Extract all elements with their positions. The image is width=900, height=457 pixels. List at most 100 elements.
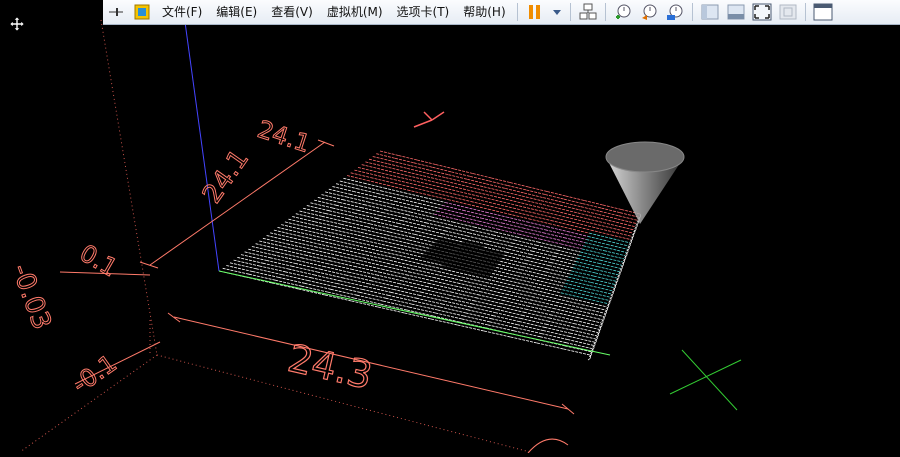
toolpath-segment [433, 315, 460, 323]
toolpath-segment [351, 268, 377, 276]
toolpath-segment [273, 254, 299, 261]
snapshot-icon[interactable] [613, 2, 633, 22]
toolbar-separator [804, 3, 806, 21]
snapshot-manager-icon[interactable] [665, 2, 685, 22]
toolpath-segment [510, 336, 538, 344]
toolpath-segment [248, 273, 276, 281]
unity-icon[interactable] [778, 2, 798, 22]
toolpath-segment [317, 271, 343, 279]
toolpath-segment [393, 289, 419, 296]
toolpath-segment [450, 291, 476, 299]
toolpath-segment [545, 323, 572, 331]
toolpath-segment [465, 312, 492, 320]
thumbnail-icon[interactable] [726, 2, 746, 22]
toolpath-segment [489, 321, 516, 329]
toolpath-segment [567, 339, 594, 346]
toolpath-segment [398, 155, 418, 161]
toolpath-segment [280, 249, 306, 256]
toolpath-segment [554, 305, 580, 312]
toolpath-segment [299, 210, 323, 217]
toolbar-separator [691, 3, 693, 21]
toolpath-segment [477, 294, 503, 301]
toolpath-segment [417, 159, 436, 165]
toolbar-separator [569, 3, 571, 21]
toolpath-segment [376, 274, 402, 281]
toolpath-segment [401, 280, 427, 287]
toolpath-segment [575, 320, 601, 327]
toolpath-segment [233, 259, 260, 267]
toolpath-segment [573, 323, 600, 330]
console-view-icon[interactable] [813, 2, 833, 22]
menu-view[interactable]: 查看(V) [264, 1, 320, 23]
toolpath-segment [513, 330, 541, 338]
toolpath-segment [278, 277, 305, 284]
toolpath-segment [457, 282, 482, 289]
toolpath-segment [310, 277, 337, 284]
toolpath-segment [570, 332, 596, 340]
toolpath-segment [579, 310, 604, 317]
toolpath-segment [244, 251, 270, 259]
toolpath-segment [437, 309, 464, 317]
toolpath-segment [496, 309, 523, 316]
toolpath-segment [390, 291, 417, 299]
toolpath-segment [303, 207, 326, 214]
toolpath-segment [304, 282, 331, 290]
menu-vm[interactable]: 虚拟机(M) [320, 1, 390, 23]
menu-help[interactable]: 帮助(H) [456, 1, 512, 23]
toolpath-segment [439, 306, 466, 314]
toolpath-segment [502, 299, 528, 307]
toolpath-segment [403, 277, 429, 284]
toolpath-segment [240, 254, 267, 261]
origin-marker [669, 349, 742, 411]
toolpath-segment [454, 168, 473, 174]
toolpath-segment [435, 164, 455, 170]
toolpath-segment [481, 288, 507, 295]
toolpath-segment [262, 262, 289, 270]
toolpath-segment [571, 329, 597, 337]
pause-icon[interactable] [525, 2, 545, 22]
menu-edit[interactable]: 编辑(E) [209, 1, 264, 23]
dropdown-arrow-icon[interactable] [551, 2, 563, 22]
toolpath-segment [226, 265, 253, 272]
pin-icon[interactable] [106, 2, 126, 22]
toolpath-segment [406, 309, 434, 317]
toolpath-segment [523, 311, 550, 319]
toolpath-segment [281, 274, 308, 281]
network-icon[interactable] [578, 2, 598, 22]
dim-z-top-label: 0.1 [75, 239, 122, 282]
toolpath-segment [428, 282, 454, 290]
toolpath-segment [248, 248, 274, 256]
toolpath-segment [442, 303, 468, 311]
toolpath-segment [414, 300, 440, 308]
toolpath-segment [379, 271, 404, 279]
toolpath-segment [372, 156, 392, 162]
toolpath-segment [333, 286, 360, 293]
toolpath-segment [229, 262, 256, 270]
toolpath-segment [409, 306, 436, 314]
toolpath-segment [542, 330, 569, 337]
toolpath-segment [426, 285, 452, 293]
toolpath-segment [383, 300, 410, 308]
menu-file[interactable]: 文件(F) [155, 1, 209, 23]
toolpath-segment [423, 288, 449, 296]
move-cursor-icon [10, 17, 24, 31]
fullscreen-toggle-icon[interactable] [132, 2, 152, 22]
toolpath-segment [266, 260, 292, 267]
full-screen-icon[interactable] [752, 2, 772, 22]
toolpath-segment [285, 271, 312, 279]
toolpath-segment [379, 150, 399, 156]
dim-y-top-label: 24.1 [254, 115, 313, 158]
toolpath-segment [370, 280, 397, 287]
toolpath-segment [475, 297, 501, 304]
toolpath-segment [325, 213, 348, 220]
sidebar-icon[interactable] [700, 2, 720, 22]
toolpath-segment [381, 268, 407, 276]
toolpath-segment [577, 313, 603, 321]
3d-viewport[interactable]: 24.1 24.1 0.1 -0.03 -0.1 24.3 [0, 0, 900, 454]
toolpath-segment [576, 316, 602, 324]
revert-snapshot-icon[interactable] [639, 2, 659, 22]
menu-tabs[interactable]: 选项卡(T) [390, 1, 457, 23]
toolpath-passes [218, 150, 642, 361]
toolpath-segment [328, 210, 352, 217]
toolpath-segment [388, 294, 415, 302]
